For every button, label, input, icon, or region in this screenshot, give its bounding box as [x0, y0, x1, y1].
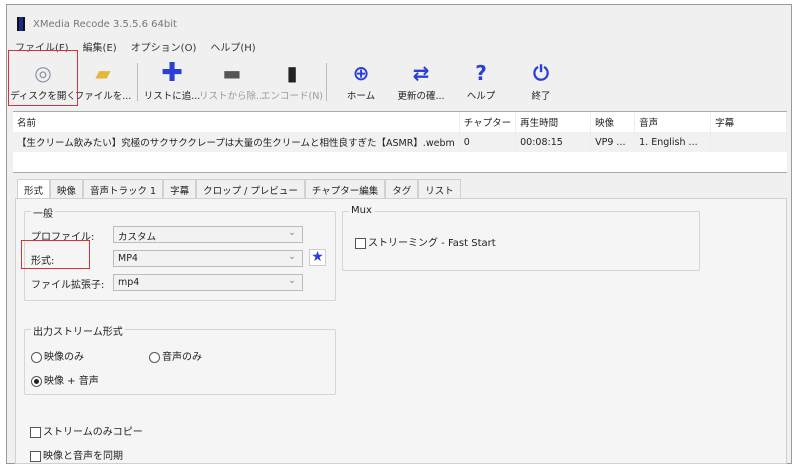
refresh-icon: ⇄: [412, 61, 430, 85]
tab-chapter-edit[interactable]: チャプター編集: [304, 179, 386, 200]
output-stream-group: 出力ストリーム形式 映像のみ 音声のみ 映像 + 音声: [24, 323, 336, 395]
globe-icon: ⊕: [352, 61, 370, 85]
home-button[interactable]: ⊕ ホーム: [331, 57, 391, 107]
chevron-down-icon: ⌄: [288, 251, 296, 262]
radio[interactable]: [149, 351, 160, 363]
col-name[interactable]: 名前: [13, 112, 460, 132]
exit-button[interactable]: ⏻ 終了: [511, 57, 571, 107]
format-panel: 一般 プロファイル: カスタム ⌄ 形式: MP4 ⌄ ★ ファイル拡張子: mp4…: [15, 198, 787, 464]
col-subtitle[interactable]: 字幕: [710, 112, 787, 132]
title-bar: XMedia Recode 3.5.5.6 64bit: [17, 15, 177, 33]
extension-select[interactable]: mp4 ⌄: [113, 274, 303, 291]
radio-selected[interactable]: [31, 375, 42, 387]
toolbar-separator: [137, 63, 138, 101]
cell-chapter: 0: [459, 132, 517, 152]
checkbox[interactable]: [355, 237, 366, 249]
tab-crop-preview[interactable]: クロップ / プレビュー: [196, 179, 305, 200]
chevron-down-icon: ⌄: [288, 275, 296, 286]
window-title: XMedia Recode 3.5.5.6 64bit: [33, 18, 177, 30]
file-list[interactable]: 名前 チャプター 再生時間 映像 音声 字幕 【生クリーム飲みたい】究極のサクサ…: [13, 111, 787, 173]
sync-av-checkbox[interactable]: 映像と音声を同期: [30, 447, 123, 462]
cell-video: VP9 ...: [590, 132, 636, 152]
mux-group: Mux ストリーミング - Fast Start: [342, 205, 700, 271]
format-value: MP4: [118, 253, 138, 264]
col-duration[interactable]: 再生時間: [515, 112, 592, 132]
menu-help[interactable]: ヘルプ(H): [210, 39, 255, 54]
tab-bar: 形式 映像 音声トラック 1 字幕 クロップ / プレビュー チャプター編集 タ…: [17, 179, 461, 200]
toolbar-separator: [326, 63, 327, 101]
video-audio-label: 映像 + 音声: [44, 376, 99, 387]
col-video[interactable]: 映像: [590, 112, 636, 132]
stream-copy-checkbox[interactable]: ストリームのみコピー: [30, 423, 143, 438]
cell-subtitle: [710, 132, 787, 152]
minus-icon: ▬: [222, 61, 242, 85]
table-row[interactable]: 【生クリーム飲みたい】究極のサクサククレープは大量の生クリームと相性良すぎた【A…: [13, 132, 787, 152]
encode-icon: ▮: [286, 61, 298, 85]
favorite-star-button[interactable]: ★: [309, 249, 326, 266]
sync-av-label: 映像と音声を同期: [43, 451, 123, 462]
plus-icon: ✚: [161, 58, 183, 88]
toolbar: ◎ ディスクを開く ▰ ファイルを... ✚ リストに追... ▬ リストから除... …: [7, 55, 791, 109]
cell-name: 【生クリーム飲みたい】究極のサクサククレープは大量の生クリームと相性良すぎた【A…: [13, 132, 460, 152]
menu-edit[interactable]: 編集(E): [83, 39, 117, 54]
col-chapter[interactable]: チャプター: [459, 112, 517, 132]
video-audio-radio[interactable]: 映像 + 音声: [31, 372, 99, 387]
col-audio[interactable]: 音声: [634, 112, 712, 132]
remove-from-list-button[interactable]: ▬ リストから除...: [199, 57, 265, 107]
checkbox[interactable]: [30, 426, 41, 438]
video-only-label: 映像のみ: [44, 352, 84, 363]
extension-value: mp4: [118, 277, 140, 288]
tab-video[interactable]: 映像: [50, 179, 84, 200]
check-update-button[interactable]: ⇄ 更新の確...: [391, 57, 451, 107]
app-icon: [17, 17, 25, 31]
streaming-label: ストリーミング - Fast Start: [368, 238, 496, 249]
tab-audio-track[interactable]: 音声トラック 1: [83, 179, 164, 200]
format-select[interactable]: MP4 ⌄: [113, 250, 303, 267]
audio-only-label: 音声のみ: [162, 352, 202, 363]
tab-tags[interactable]: タグ: [385, 179, 419, 200]
chevron-down-icon: ⌄: [288, 227, 296, 238]
extension-label: ファイル拡張子:: [31, 280, 105, 291]
audio-only-radio[interactable]: 音声のみ: [149, 348, 202, 363]
stream-copy-label: ストリームのみコピー: [43, 427, 143, 438]
cell-audio: 1. English ...: [634, 132, 712, 152]
mux-title: Mux: [349, 205, 374, 216]
tab-format[interactable]: 形式: [17, 179, 51, 200]
add-to-list-button[interactable]: ✚ リストに追...: [142, 57, 202, 107]
tab-list[interactable]: リスト: [418, 179, 461, 200]
streaming-checkbox[interactable]: ストリーミング - Fast Start: [355, 234, 496, 249]
highlight-box-format: [21, 240, 90, 269]
encode-button[interactable]: ▮ エンコード(N): [261, 57, 323, 107]
app-window: XMedia Recode 3.5.5.6 64bit ファイル(F) 編集(E…: [6, 4, 792, 464]
highlight-box-disc: [8, 50, 78, 106]
question-icon: ?: [475, 61, 487, 85]
tab-subtitle[interactable]: 字幕: [163, 179, 197, 200]
video-only-radio[interactable]: 映像のみ: [31, 348, 84, 363]
profile-select[interactable]: カスタム ⌄: [113, 226, 303, 243]
power-icon: ⏻: [533, 61, 549, 85]
general-title: 一般: [31, 205, 55, 220]
checkbox[interactable]: [30, 450, 41, 462]
list-header: 名前 チャプター 再生時間 映像 音声 字幕: [13, 112, 787, 132]
output-title: 出力ストリーム形式: [31, 323, 125, 338]
cell-duration: 00:08:15: [515, 132, 592, 152]
radio[interactable]: [31, 351, 42, 363]
profile-value: カスタム: [118, 232, 157, 243]
menu-options[interactable]: オプション(O): [131, 39, 197, 54]
open-file-button[interactable]: ▰ ファイルを...: [73, 57, 133, 107]
help-button[interactable]: ? ヘルプ: [451, 57, 511, 107]
folder-open-icon: ▰: [95, 61, 111, 85]
